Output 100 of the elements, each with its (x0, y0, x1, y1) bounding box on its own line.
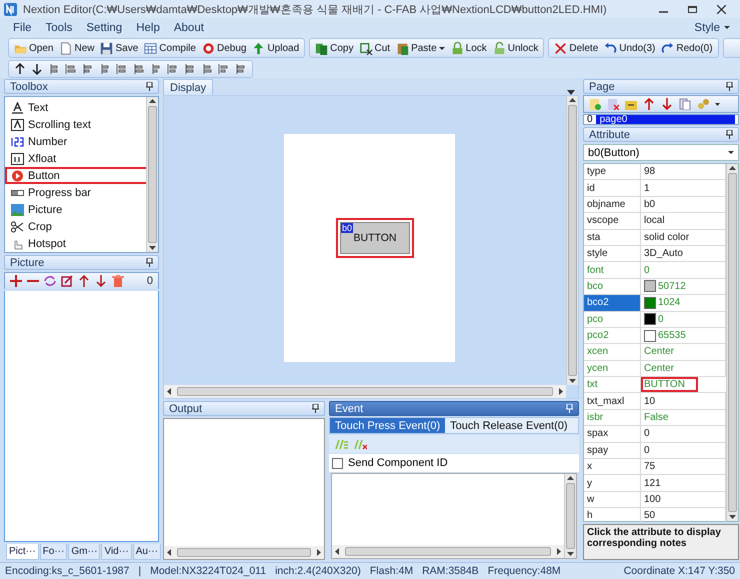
attribute-name[interactable]: bco (584, 278, 641, 294)
event-tab[interactable]: Touch Release Event(0) (445, 418, 573, 433)
scroll-up-icon[interactable] (149, 99, 156, 103)
attribute-name[interactable]: isbr (584, 410, 641, 426)
canvas-button[interactable]: b0 BUTTON (340, 222, 410, 254)
attribute-value[interactable]: BUTTON (644, 379, 685, 390)
attribute-name[interactable]: pco (584, 312, 641, 327)
menu-item[interactable]: File (6, 22, 39, 34)
attribute-value[interactable]: b0 (644, 198, 656, 210)
vertical-scrollbar[interactable] (566, 96, 578, 385)
object-dropdown[interactable]: b0(Button) (583, 144, 739, 161)
toolbar-button[interactable]: New (56, 39, 98, 57)
trash-icon[interactable] (112, 275, 124, 287)
menu-item[interactable]: Help (129, 22, 167, 34)
copy-page-icon[interactable] (679, 98, 691, 110)
attribute-name[interactable]: type (584, 164, 641, 180)
toolbox-item[interactable]: Progress bar (5, 184, 146, 201)
align-left-icon[interactable] (48, 62, 60, 74)
toolbar-button[interactable]: Undo(3) (601, 39, 658, 57)
scroll-right-icon[interactable] (557, 548, 561, 555)
delete-page-icon[interactable] (607, 98, 619, 110)
close-icon[interactable] (717, 4, 726, 14)
attribute-value[interactable]: 10 (644, 396, 656, 407)
pin-icon[interactable] (726, 82, 733, 91)
attribute-name[interactable]: vscope (584, 213, 641, 229)
attribute-name[interactable]: w (584, 492, 641, 508)
up-arrow-icon[interactable] (14, 62, 26, 74)
attribute-name[interactable]: style (584, 246, 641, 262)
menu-item[interactable]: Tools (38, 22, 80, 34)
attribute-name[interactable]: txt_maxl (584, 393, 641, 409)
down-arrow-icon[interactable] (95, 275, 107, 287)
add-page-icon[interactable] (589, 98, 601, 110)
horizontal-scrollbar[interactable] (164, 546, 324, 559)
style-menu[interactable]: Style (690, 22, 734, 34)
attribute-name[interactable]: txt (584, 377, 641, 392)
menu-item[interactable]: About (166, 22, 211, 34)
attribute-name[interactable]: pco2 (584, 328, 641, 344)
attribute-value[interactable]: 3D_Auto (644, 248, 683, 260)
scroll-thumb[interactable] (728, 173, 737, 512)
scroll-up-icon[interactable] (569, 98, 576, 102)
toolbar-button[interactable]: Delete (551, 39, 602, 57)
attribute-name[interactable]: spay (584, 442, 641, 458)
pin-icon[interactable] (312, 404, 319, 413)
attribute-name[interactable]: y (584, 475, 641, 491)
page-item[interactable]: page0 (596, 115, 735, 124)
toolbox-item[interactable]: Scrolling text (5, 116, 146, 133)
scroll-right-icon[interactable] (559, 388, 563, 395)
toolbar-button[interactable]: Upload (249, 39, 302, 57)
attribute-name[interactable]: x (584, 459, 641, 474)
toolbar-button[interactable]: Cut (356, 39, 394, 57)
attribute-name[interactable]: sta (584, 230, 641, 245)
uncomment-icon[interactable] (354, 438, 367, 450)
attribute-value[interactable]: 0 (644, 428, 650, 440)
resource-tab[interactable]: Pict··· (6, 544, 39, 560)
scroll-thumb[interactable] (345, 547, 551, 556)
attribute-value[interactable]: 1024 (658, 297, 680, 308)
vertical-scrollbar[interactable] (564, 474, 576, 558)
event-tab[interactable]: Touch Press Event(0) (330, 418, 446, 433)
horizontal-scrollbar[interactable] (164, 385, 566, 398)
attribute-value[interactable]: 100 (644, 494, 661, 505)
scroll-down-icon[interactable] (569, 379, 576, 383)
scroll-left-icon[interactable] (167, 549, 171, 556)
attribute-value[interactable]: 121 (644, 478, 661, 489)
scroll-right-icon[interactable] (317, 549, 321, 556)
attribute-name[interactable]: bco2 (584, 295, 641, 311)
attribute-value[interactable]: False (644, 412, 668, 424)
resource-tab[interactable]: Gm··· (68, 544, 100, 560)
pin-icon[interactable] (726, 130, 733, 139)
scroll-left-icon[interactable] (335, 548, 339, 555)
toolbox-item[interactable]: Hotspot (5, 235, 146, 252)
attribute-name[interactable]: id (584, 180, 641, 196)
attribute-value[interactable]: 0 (644, 444, 650, 456)
attribute-name[interactable]: ycen (584, 360, 641, 376)
down-arrow-icon[interactable] (31, 62, 43, 74)
toolbox-item[interactable]: Text (5, 99, 146, 116)
toolbar-button[interactable]: Compile (141, 39, 199, 57)
toolbar-button[interactable]: Copy (312, 39, 356, 57)
horizontal-scrollbar[interactable] (332, 545, 564, 558)
attribute-value[interactable]: 50712 (658, 280, 686, 292)
toolbar-button[interactable]: Debug (198, 39, 250, 57)
refresh-icon[interactable] (44, 275, 56, 287)
toolbar-button[interactable]: Redo(0) (658, 39, 716, 57)
resource-tab[interactable]: Fo··· (40, 544, 68, 560)
scroll-thumb[interactable] (568, 105, 577, 376)
scroll-down-icon[interactable] (567, 552, 574, 556)
menu-item[interactable]: Setting (79, 22, 130, 34)
folder-icon[interactable] (625, 98, 637, 110)
attribute-name[interactable]: objname (584, 196, 641, 212)
toolbox-item[interactable]: Xfloat (5, 150, 146, 167)
scroll-thumb[interactable] (177, 387, 553, 396)
toolbox-item[interactable]: Crop (5, 218, 146, 235)
edit-icon[interactable] (61, 275, 73, 287)
display-tab[interactable]: Display (163, 79, 214, 95)
caret-icon[interactable] (715, 102, 720, 106)
attribute-value[interactable]: 0 (658, 314, 664, 325)
toolbar-button[interactable]: Save (97, 39, 142, 57)
scroll-thumb[interactable] (177, 548, 311, 557)
attribute-value[interactable]: solid color (644, 232, 690, 243)
attribute-name[interactable]: spax (584, 426, 641, 442)
scroll-left-icon[interactable] (167, 388, 171, 395)
